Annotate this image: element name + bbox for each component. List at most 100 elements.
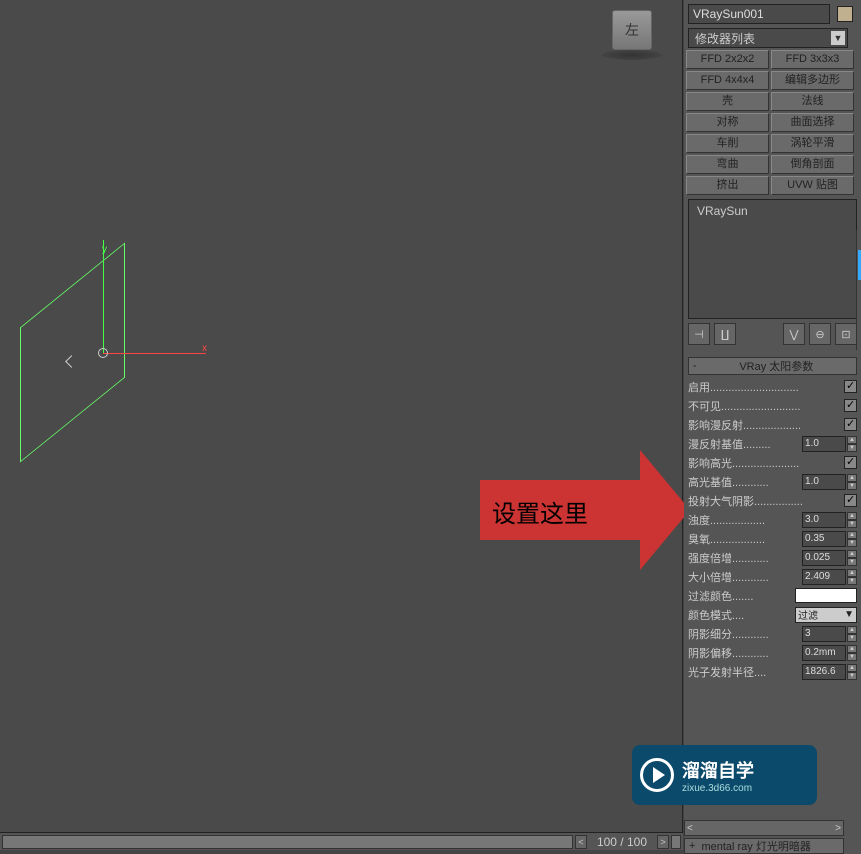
mod-edit-poly-button[interactable]: 编辑多边形 bbox=[771, 71, 854, 90]
modifier-dropdown-label: 修改器列表 bbox=[695, 30, 755, 47]
param-spinner[interactable]: 3.0 bbox=[802, 512, 846, 528]
pin-stack-icon[interactable]: ⊣ bbox=[688, 323, 710, 345]
mod-symmetry-button[interactable]: 对称 bbox=[686, 113, 769, 132]
mod-ffd3x3x3-button[interactable]: FFD 3x3x3 bbox=[771, 50, 854, 69]
timeline-end[interactable] bbox=[671, 835, 681, 849]
param-label: 颜色模式.... bbox=[688, 607, 791, 623]
viewport-area[interactable]: 左 y x 设置这里 bbox=[0, 0, 683, 832]
spin-down-icon[interactable]: ▼ bbox=[847, 634, 857, 642]
callout-arrow: 设置这里 bbox=[480, 480, 640, 540]
panel-scrollbar[interactable]: < > bbox=[684, 820, 844, 836]
param-spinner[interactable]: 3 bbox=[802, 626, 846, 642]
arrow-shape: 设置这里 bbox=[480, 480, 640, 540]
spinner-buttons[interactable]: ▲▼ bbox=[847, 645, 857, 661]
param-checkbox[interactable] bbox=[844, 456, 857, 469]
param-checkbox[interactable] bbox=[844, 418, 857, 431]
modifier-button-grid: FFD 2x2x2 FFD 3x3x3 FFD 4x4x4 编辑多边形 壳 法线… bbox=[686, 50, 859, 195]
spin-down-icon[interactable]: ▼ bbox=[847, 520, 857, 528]
configure-sets-icon[interactable]: ⊡ bbox=[835, 323, 857, 345]
mod-normal-button[interactable]: 法线 bbox=[771, 92, 854, 111]
spin-down-icon[interactable]: ▼ bbox=[847, 482, 857, 490]
mod-ffd2x2x2-button[interactable]: FFD 2x2x2 bbox=[686, 50, 769, 69]
scroll-left-icon[interactable]: < bbox=[687, 823, 693, 834]
modifier-stack[interactable]: VRaySun bbox=[688, 199, 857, 319]
spin-up-icon[interactable]: ▲ bbox=[847, 569, 857, 577]
spin-down-icon[interactable]: ▼ bbox=[847, 672, 857, 680]
mod-shell-button[interactable]: 壳 bbox=[686, 92, 769, 111]
param-checkbox[interactable] bbox=[844, 494, 857, 507]
param-label: 漫反射基值......... bbox=[688, 436, 800, 452]
mod-bend-button[interactable]: 弯曲 bbox=[686, 155, 769, 174]
param-spinner[interactable]: 1.0 bbox=[802, 436, 846, 452]
scroll-right-icon[interactable]: > bbox=[835, 823, 841, 834]
spinner-buttons[interactable]: ▲▼ bbox=[847, 550, 857, 566]
vray-sun-params-rollout[interactable]: - VRay 太阳参数 bbox=[688, 357, 857, 375]
mod-lathe-button[interactable]: 车削 bbox=[686, 134, 769, 153]
spin-up-icon[interactable]: ▲ bbox=[847, 645, 857, 653]
param-spinner[interactable]: 0.35 bbox=[802, 531, 846, 547]
spin-up-icon[interactable]: ▲ bbox=[847, 626, 857, 634]
view-cube-face: 左 bbox=[625, 20, 639, 40]
spinner-buttons[interactable]: ▲▼ bbox=[847, 512, 857, 528]
object-color-swatch[interactable] bbox=[837, 6, 853, 22]
mod-bevel-profile-button[interactable]: 倒角剖面 bbox=[771, 155, 854, 174]
scroll-indicator[interactable] bbox=[856, 230, 861, 350]
param-label: 臭氧.................. bbox=[688, 531, 800, 547]
param-label: 不可见.......................... bbox=[688, 398, 842, 414]
timeline-prev-button[interactable]: < bbox=[575, 835, 587, 849]
spinner-buttons[interactable]: ▲▼ bbox=[847, 436, 857, 452]
spin-down-icon[interactable]: ▼ bbox=[847, 444, 857, 452]
spinner-buttons[interactable]: ▲▼ bbox=[847, 664, 857, 680]
spinner-buttons[interactable]: ▲▼ bbox=[847, 626, 857, 642]
mod-surf-select-button[interactable]: 曲面选择 bbox=[771, 113, 854, 132]
spin-down-icon[interactable]: ▼ bbox=[847, 577, 857, 585]
param-color-swatch[interactable] bbox=[795, 588, 857, 603]
spin-down-icon[interactable]: ▼ bbox=[847, 558, 857, 566]
spinner-buttons[interactable]: ▲▼ bbox=[847, 569, 857, 585]
spin-up-icon[interactable]: ▲ bbox=[847, 664, 857, 672]
param-spinner[interactable]: 1826.6 bbox=[802, 664, 846, 680]
mental-ray-rollout[interactable]: + mental ray 灯光明暗器 bbox=[684, 838, 844, 854]
param-spinner[interactable]: 0.025 bbox=[802, 550, 846, 566]
mod-ffd4x4x4-button[interactable]: FFD 4x4x4 bbox=[686, 71, 769, 90]
watermark: 溜溜自学 zixue.3d66.com bbox=[632, 745, 817, 805]
remove-modifier-icon[interactable]: ⊖ bbox=[809, 323, 831, 345]
chevron-down-icon[interactable]: ▼ bbox=[831, 31, 845, 45]
param-row: 颜色模式....过滤▼ bbox=[688, 605, 857, 624]
param-checkbox[interactable] bbox=[844, 380, 857, 393]
modifier-list-dropdown[interactable]: 修改器列表 ▼ bbox=[688, 28, 848, 48]
rollout-title: VRay 太阳参数 bbox=[701, 358, 852, 374]
view-cube-shadow bbox=[602, 50, 662, 60]
x-axis-label: x bbox=[202, 343, 207, 354]
param-dropdown[interactable]: 过滤▼ bbox=[795, 607, 857, 623]
param-spinner[interactable]: 0.2mm bbox=[802, 645, 846, 661]
timeline-track[interactable] bbox=[2, 835, 573, 849]
watermark-line2: zixue.3d66.com bbox=[682, 783, 754, 794]
mod-uvw-map-button[interactable]: UVW 贴图 bbox=[771, 176, 854, 195]
param-spinner[interactable]: 2.409 bbox=[802, 569, 846, 585]
spin-down-icon[interactable]: ▼ bbox=[847, 653, 857, 661]
timeline[interactable]: < 100 / 100 > bbox=[0, 832, 683, 850]
modify-panel: VRaySun001 修改器列表 ▼ FFD 2x2x2 FFD 3x3x3 F… bbox=[684, 0, 861, 854]
play-icon bbox=[640, 758, 674, 792]
spin-up-icon[interactable]: ▲ bbox=[847, 550, 857, 558]
object-name-field[interactable]: VRaySun001 bbox=[688, 4, 830, 24]
chevron-down-icon: ▼ bbox=[844, 609, 854, 620]
show-end-result-icon[interactable]: ∐ bbox=[714, 323, 736, 345]
mod-extrude-button[interactable]: 挤出 bbox=[686, 176, 769, 195]
spinner-buttons[interactable]: ▲▼ bbox=[847, 531, 857, 547]
param-checkbox[interactable] bbox=[844, 399, 857, 412]
spin-up-icon[interactable]: ▲ bbox=[847, 531, 857, 539]
spin-down-icon[interactable]: ▼ bbox=[847, 539, 857, 547]
spinner-buttons[interactable]: ▲▼ bbox=[847, 474, 857, 490]
timeline-next-button[interactable]: > bbox=[657, 835, 669, 849]
param-label: 光子发射半径.... bbox=[688, 664, 800, 680]
make-unique-icon[interactable]: ⋁ bbox=[783, 323, 805, 345]
spin-up-icon[interactable]: ▲ bbox=[847, 474, 857, 482]
mod-turbosmooth-button[interactable]: 涡轮平滑 bbox=[771, 134, 854, 153]
spin-up-icon[interactable]: ▲ bbox=[847, 512, 857, 520]
spin-up-icon[interactable]: ▲ bbox=[847, 436, 857, 444]
param-spinner[interactable]: 1.0 bbox=[802, 474, 846, 490]
view-cube[interactable]: 左 bbox=[612, 10, 652, 50]
modifier-stack-item[interactable]: VRaySun bbox=[697, 204, 848, 218]
